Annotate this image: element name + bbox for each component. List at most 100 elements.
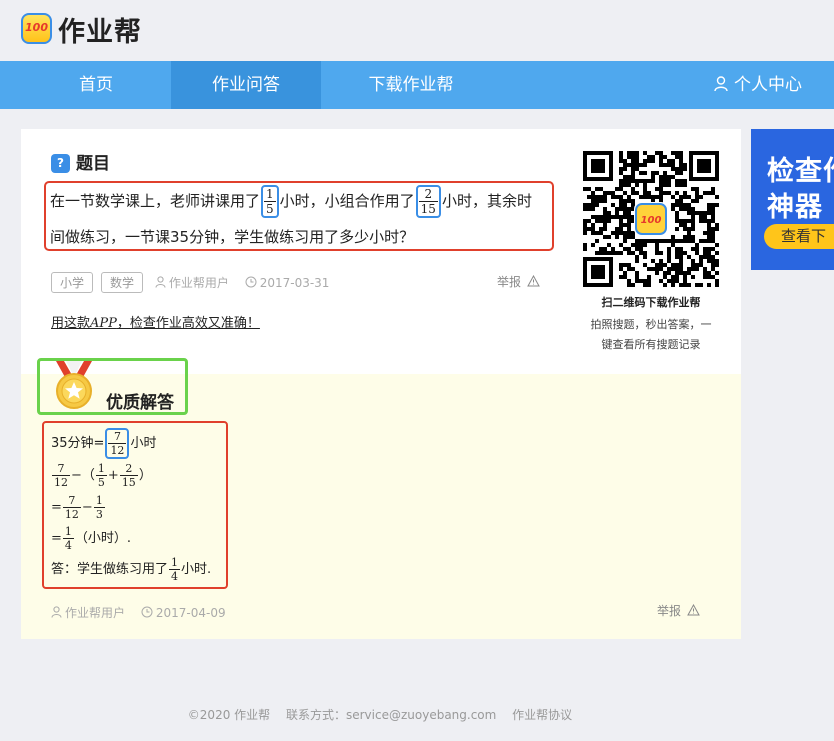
qr-module: [707, 275, 711, 279]
nav-item-home[interactable]: 首页: [21, 61, 171, 109]
report-question-button[interactable]: 举报: [497, 273, 540, 290]
logo-icon[interactable]: 100: [21, 13, 52, 44]
clock-icon: [141, 606, 153, 618]
qr-module: [643, 255, 647, 259]
qr-module: [643, 171, 647, 175]
ad-view-button[interactable]: 查看下: [764, 224, 834, 249]
fraction: 14: [62, 525, 74, 552]
qr-module: [655, 271, 659, 275]
user-center-label: 个人中心: [734, 75, 802, 95]
qr-module: [675, 203, 679, 207]
qr-module: [631, 199, 635, 203]
fraction: 13: [93, 494, 105, 521]
promo-link[interactable]: 用这款APP，检查作业高效又准确！: [51, 312, 260, 331]
qr-module: [639, 163, 643, 167]
qr-module: [623, 275, 627, 279]
qr-module: [583, 207, 587, 211]
qr-module: [691, 187, 695, 191]
qr-module: [711, 235, 715, 239]
answer-operator: +: [107, 468, 119, 483]
qr-module: [619, 219, 623, 223]
report-answer-button[interactable]: 举报: [657, 602, 700, 619]
qr-module: [635, 275, 639, 279]
qr-module: [599, 219, 603, 223]
nav-item-download[interactable]: 下载作业帮: [336, 61, 486, 109]
qr-caption-title: 扫二维码下载作业帮: [601, 296, 701, 309]
qr-module: [715, 279, 719, 283]
qr-module: [655, 195, 659, 199]
qr-module: [703, 275, 707, 279]
qr-module: [679, 151, 683, 155]
qr-module: [699, 255, 703, 259]
qr-module: [643, 179, 647, 183]
nav-item-qa[interactable]: 作业问答: [171, 61, 321, 109]
user-center-link[interactable]: 个人中心: [714, 61, 802, 109]
qr-module: [671, 279, 675, 283]
qr-module: [679, 171, 683, 175]
qr-module: [707, 203, 711, 207]
qr-module: [711, 263, 715, 267]
qr-module: [647, 239, 651, 243]
qr-module: [595, 203, 599, 207]
answer-user: 作业帮用户: [51, 604, 125, 621]
qr-module: [707, 207, 711, 211]
qr-module: [655, 247, 659, 251]
qr-module: [703, 215, 707, 219]
qr-module: [639, 239, 643, 243]
logo-text[interactable]: 作业帮: [58, 10, 142, 49]
qr-module: [707, 223, 711, 227]
qr-module: [591, 231, 595, 235]
frac-num: 7: [52, 462, 70, 476]
qr-module: [687, 231, 691, 235]
promo-app: APP: [90, 316, 117, 331]
qr-module: [587, 203, 591, 207]
qr-module: [695, 267, 699, 271]
qr-module: [663, 275, 667, 279]
qr-module: [675, 215, 679, 219]
qr-module: [623, 239, 627, 243]
qr-module: [675, 267, 679, 271]
qr-module: [619, 159, 623, 163]
qr-module: [643, 251, 647, 255]
qr-module: [663, 163, 667, 167]
qr-module: [663, 179, 667, 183]
frac-den: 4: [64, 539, 72, 552]
question-text-part: 小时，其余时: [441, 192, 532, 210]
qr-module: [635, 247, 639, 251]
qr-module: [619, 183, 623, 187]
qr-module: [611, 195, 615, 199]
qr-module: [707, 283, 711, 287]
qr-module: [623, 223, 627, 227]
qr-module: [611, 215, 615, 219]
footer-agreement-link[interactable]: 作业帮协议: [512, 708, 572, 722]
qr-module: [607, 219, 611, 223]
qr-module: [667, 279, 671, 283]
qr-module: [627, 223, 631, 227]
qr-module: [591, 223, 595, 227]
qr-module: [631, 251, 635, 255]
promo-text: 用这款: [51, 316, 91, 331]
qr-module: [651, 171, 655, 175]
qr-module: [695, 243, 699, 247]
qr-module: [607, 251, 611, 255]
tag-math[interactable]: 数学: [101, 272, 144, 293]
qr-module: [675, 255, 679, 259]
tag-primary-school[interactable]: 小学: [51, 272, 94, 293]
qr-module: [711, 211, 715, 215]
answer-line-4: = 1 4 （小时）.: [51, 525, 131, 552]
footer-contact[interactable]: 联系方式：service@zuoyebang.com: [286, 708, 496, 722]
qr-module: [675, 199, 679, 203]
fraction-two-fifteenths: 2 15: [415, 185, 441, 218]
qr-module: [599, 187, 603, 191]
question-date-text: 2017-03-31: [259, 276, 330, 290]
answer-operator: −（: [71, 468, 95, 483]
qr-module: [679, 167, 683, 171]
side-ad-banner[interactable]: 检查作 神器 查看下: [751, 129, 834, 270]
qr-module: [615, 235, 619, 239]
qr-module: [627, 231, 631, 235]
qr-module: [623, 211, 627, 215]
qr-module: [647, 159, 651, 163]
qr-module: [615, 187, 619, 191]
qr-module: [687, 203, 691, 207]
question-text-line2: 间做练习，一节课35分钟，学生做练习用了多少小时？: [50, 228, 415, 246]
